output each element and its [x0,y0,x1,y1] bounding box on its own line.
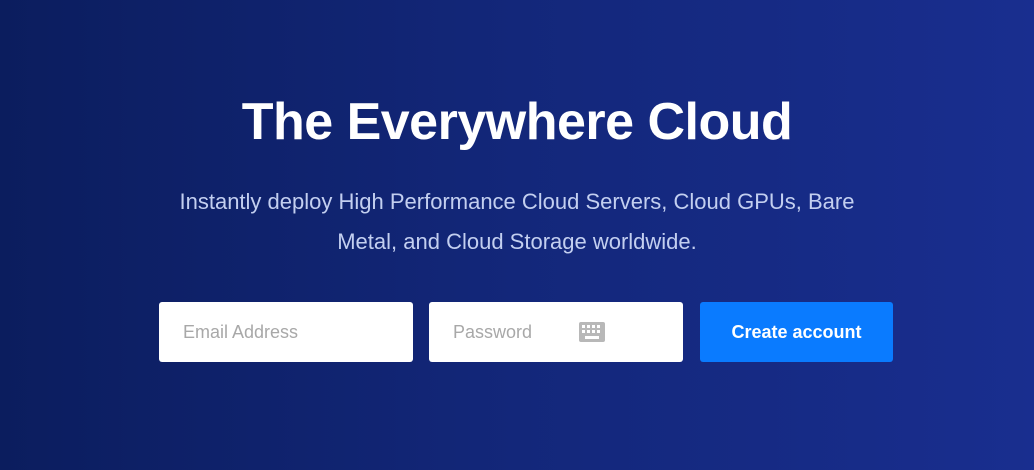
email-input[interactable] [159,302,413,362]
email-field-wrapper [159,302,413,362]
create-account-button[interactable]: Create account [700,302,893,362]
hero-section: The Everywhere Cloud Instantly deploy Hi… [0,0,1034,470]
keyboard-icon[interactable] [579,322,605,342]
password-field-wrapper [429,302,683,362]
password-input[interactable] [429,302,683,362]
hero-title: The Everywhere Cloud [241,93,793,151]
signup-form: Create account [159,302,893,362]
hero-subtitle: Instantly deploy High Performance Cloud … [179,189,855,254]
